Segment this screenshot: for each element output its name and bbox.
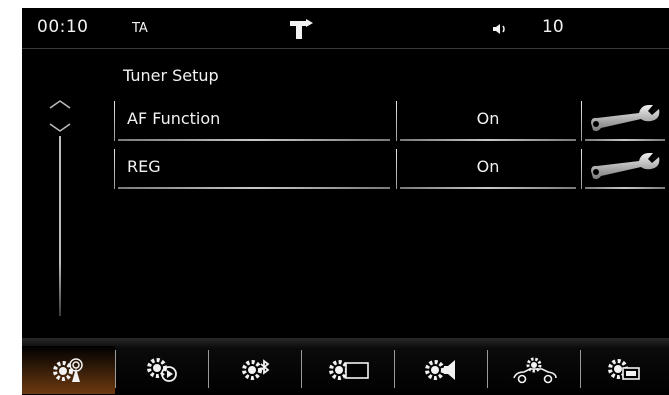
tab-media-settings[interactable] [116, 346, 209, 394]
tab-screen-settings[interactable] [302, 346, 395, 394]
gear-display-icon [608, 359, 640, 380]
setting-value: On [476, 109, 500, 128]
tab-display-settings[interactable] [581, 346, 669, 394]
scroll-up-icon[interactable] [48, 98, 72, 110]
status-bar: 00:10 TA 10 [22, 8, 669, 49]
setting-row-af-function: AF Function On [114, 99, 669, 141]
scroll-track[interactable] [59, 136, 61, 316]
setting-label-cell[interactable]: AF Function [114, 99, 394, 141]
wrench-icon [591, 105, 660, 132]
gear-car-icon [512, 357, 557, 384]
scroll-down-icon[interactable] [48, 122, 72, 134]
bottom-navigation [22, 338, 669, 395]
clock: 00:10 [37, 17, 89, 37]
setting-value-button[interactable]: On [396, 99, 580, 141]
settings-wrench-button[interactable] [581, 147, 669, 189]
ta-indicator: TA [132, 21, 148, 36]
settings-wrench-button[interactable] [581, 99, 669, 141]
speaker-volume-icon [493, 24, 505, 34]
setting-label: AF Function [127, 109, 221, 128]
traffic-program-icon [290, 19, 313, 39]
tab-bluetooth-settings[interactable] [209, 346, 302, 394]
volume-level: 10 [542, 17, 564, 37]
setting-row-reg: REG On [114, 147, 669, 189]
tab-vehicle-settings[interactable] [488, 346, 581, 394]
gear-radio-antenna-icon [52, 358, 83, 382]
tab-audio-settings[interactable] [395, 346, 488, 394]
head-unit-screen: 00:10 TA 10 Tuner Setup AF Function On R… [22, 8, 669, 395]
setting-label-cell[interactable]: REG [114, 147, 394, 189]
gear-screen-icon [328, 360, 369, 380]
gear-speaker-icon [424, 360, 455, 380]
page-title: Tuner Setup [123, 66, 219, 85]
gear-play-icon [146, 358, 177, 382]
setting-value-button[interactable]: On [396, 147, 580, 189]
wrench-icon [591, 153, 660, 180]
tab-radio-settings[interactable] [22, 346, 115, 394]
gear-bluetooth-icon [241, 359, 269, 380]
setting-value: On [476, 157, 500, 176]
setting-label: REG [127, 157, 161, 176]
